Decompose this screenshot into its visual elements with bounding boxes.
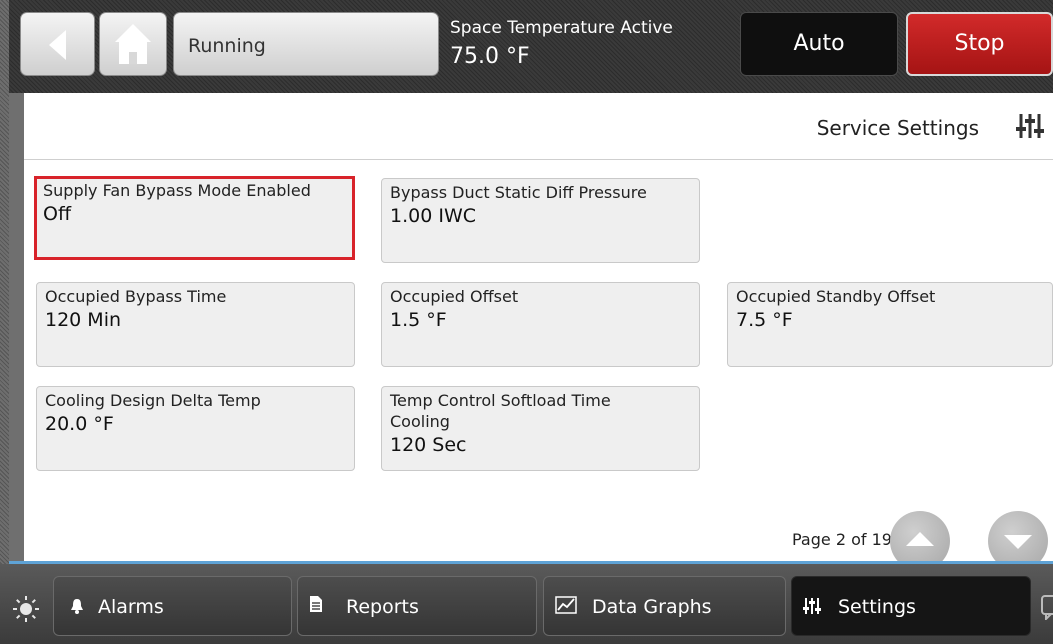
tab-reports[interactable]: Reports bbox=[297, 576, 537, 636]
document-icon bbox=[310, 596, 322, 612]
tab-data-graphs[interactable]: Data Graphs bbox=[543, 576, 786, 636]
tab-label: Reports bbox=[346, 596, 419, 618]
setting-label: Cooling Design Delta Temp bbox=[45, 391, 261, 410]
setting-tile-cooling-design-delta[interactable]: Cooling Design Delta Temp 20.0 °F bbox=[36, 386, 355, 471]
top-bar: Running Space Temperature Active 75.0 °F… bbox=[0, 0, 1053, 93]
page-indicator: Page 2 of 19 bbox=[792, 530, 892, 549]
back-arrow-icon bbox=[49, 30, 66, 60]
stop-button[interactable]: Stop bbox=[906, 12, 1053, 76]
setting-value: 1.5 °F bbox=[390, 309, 447, 331]
setting-value: 7.5 °F bbox=[736, 309, 793, 331]
setting-tile-occupied-offset[interactable]: Occupied Offset 1.5 °F bbox=[381, 282, 700, 367]
brightness-icon[interactable] bbox=[12, 595, 40, 623]
setting-label: Occupied Standby Offset bbox=[736, 287, 936, 306]
tab-settings[interactable]: Settings bbox=[791, 576, 1031, 636]
unit-status-label: Running bbox=[188, 35, 266, 57]
tab-label: Data Graphs bbox=[592, 596, 712, 618]
setting-value: 20.0 °F bbox=[45, 413, 114, 435]
setting-label: Occupied Offset bbox=[390, 287, 519, 306]
setting-tile-softload-time-cooling[interactable]: Temp Control Softload Time Cooling 120 S… bbox=[381, 386, 700, 471]
panel-header: Service Settings bbox=[24, 93, 1053, 160]
home-icon bbox=[115, 24, 151, 64]
tab-label: Settings bbox=[838, 596, 916, 618]
setting-label: Bypass Duct Static Diff Pressure bbox=[390, 183, 647, 202]
page-title: Service Settings bbox=[816, 116, 979, 140]
bell-icon bbox=[71, 599, 83, 614]
left-edge bbox=[0, 0, 9, 644]
setting-label: Temp Control Softload Time Cooling bbox=[390, 391, 611, 431]
setting-tile-occupied-standby-offset[interactable]: Occupied Standby Offset 7.5 °F bbox=[727, 282, 1053, 367]
home-button[interactable] bbox=[99, 12, 167, 76]
setting-label: Occupied Bypass Time bbox=[45, 287, 227, 306]
unit-status-button[interactable]: Running bbox=[173, 12, 439, 76]
setting-value: 1.00 IWC bbox=[390, 205, 477, 227]
setting-tile-supply-fan-bypass[interactable]: Supply Fan Bypass Mode Enabled Off bbox=[34, 176, 355, 260]
line-chart-icon bbox=[555, 596, 577, 614]
auto-button[interactable]: Auto bbox=[740, 12, 898, 76]
setting-value: 120 Min bbox=[45, 309, 122, 331]
chevron-up-icon bbox=[906, 532, 934, 546]
tab-alarms[interactable]: Alarms bbox=[53, 576, 292, 636]
setting-label: Supply Fan Bypass Mode Enabled bbox=[43, 181, 311, 200]
space-temp-label: Space Temperature Active bbox=[450, 18, 673, 38]
settings-panel: Service Settings Supply Fan Bypass Mode … bbox=[24, 93, 1053, 571]
tab-label: Alarms bbox=[98, 596, 164, 618]
setting-tile-bypass-duct-pressure[interactable]: Bypass Duct Static Diff Pressure 1.00 IW… bbox=[381, 178, 700, 263]
chat-icon[interactable] bbox=[1040, 594, 1053, 620]
space-temp-value: 75.0 °F bbox=[450, 44, 530, 69]
chevron-down-icon bbox=[1004, 535, 1032, 549]
back-button[interactable] bbox=[20, 12, 95, 76]
setting-value: Off bbox=[43, 203, 72, 225]
setting-tile-occupied-bypass-time[interactable]: Occupied Bypass Time 120 Min bbox=[36, 282, 355, 367]
bottom-nav: Alarms Reports Data Graphs Settings bbox=[0, 564, 1053, 644]
settings-sliders-icon bbox=[803, 598, 821, 614]
setting-value: 120 Sec bbox=[390, 434, 467, 456]
settings-sliders-icon[interactable] bbox=[1015, 111, 1049, 141]
